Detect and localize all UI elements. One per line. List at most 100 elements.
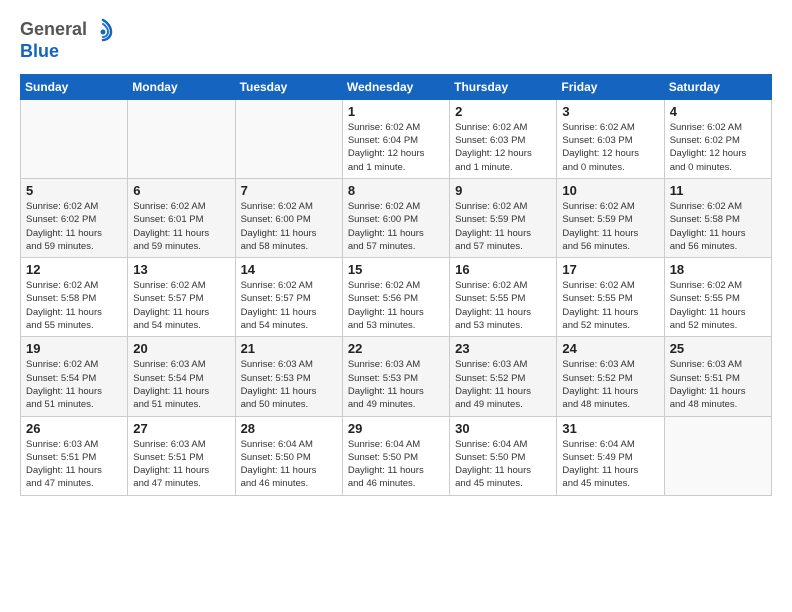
- day-number: 21: [241, 341, 337, 356]
- day-info: Sunrise: 6:03 AM Sunset: 5:51 PM Dayligh…: [133, 438, 229, 491]
- day-cell: 9 Sunrise: 6:02 AM Sunset: 5:59 PM Daylig…: [450, 178, 557, 257]
- day-number: 26: [26, 421, 122, 436]
- day-info: Sunrise: 6:02 AM Sunset: 5:55 PM Dayligh…: [562, 279, 658, 332]
- day-number: 2: [455, 104, 551, 119]
- day-number: 31: [562, 421, 658, 436]
- day-info: Sunrise: 6:02 AM Sunset: 5:59 PM Dayligh…: [562, 200, 658, 253]
- day-number: 25: [670, 341, 766, 356]
- day-number: 29: [348, 421, 444, 436]
- day-cell: 13 Sunrise: 6:02 AM Sunset: 5:57 PM Dayli…: [128, 258, 235, 337]
- day-info: Sunrise: 6:03 AM Sunset: 5:51 PM Dayligh…: [26, 438, 122, 491]
- day-info: Sunrise: 6:02 AM Sunset: 6:03 PM Dayligh…: [455, 121, 551, 174]
- day-number: 3: [562, 104, 658, 119]
- weekday-wednesday: Wednesday: [342, 74, 449, 99]
- day-cell: 12 Sunrise: 6:02 AM Sunset: 5:58 PM Dayli…: [21, 258, 128, 337]
- day-info: Sunrise: 6:02 AM Sunset: 5:58 PM Dayligh…: [670, 200, 766, 253]
- day-info: Sunrise: 6:03 AM Sunset: 5:54 PM Dayligh…: [133, 358, 229, 411]
- day-cell: 27 Sunrise: 6:03 AM Sunset: 5:51 PM Dayli…: [128, 416, 235, 495]
- day-cell: 21 Sunrise: 6:03 AM Sunset: 5:53 PM Dayli…: [235, 337, 342, 416]
- day-info: Sunrise: 6:02 AM Sunset: 5:54 PM Dayligh…: [26, 358, 122, 411]
- day-cell: 31 Sunrise: 6:04 AM Sunset: 5:49 PM Dayli…: [557, 416, 664, 495]
- day-cell: [664, 416, 771, 495]
- day-number: 1: [348, 104, 444, 119]
- day-number: 6: [133, 183, 229, 198]
- day-cell: 20 Sunrise: 6:03 AM Sunset: 5:54 PM Dayli…: [128, 337, 235, 416]
- day-info: Sunrise: 6:04 AM Sunset: 5:49 PM Dayligh…: [562, 438, 658, 491]
- day-number: 22: [348, 341, 444, 356]
- day-cell: 2 Sunrise: 6:02 AM Sunset: 6:03 PM Daylig…: [450, 99, 557, 178]
- day-info: Sunrise: 6:02 AM Sunset: 5:57 PM Dayligh…: [241, 279, 337, 332]
- day-number: 7: [241, 183, 337, 198]
- day-number: 24: [562, 341, 658, 356]
- day-cell: 4Sunrise: 6:02 AM Sunset: 6:02 PM Daylig…: [664, 99, 771, 178]
- day-info: Sunrise: 6:04 AM Sunset: 5:50 PM Dayligh…: [348, 438, 444, 491]
- day-cell: 14 Sunrise: 6:02 AM Sunset: 5:57 PM Dayli…: [235, 258, 342, 337]
- day-cell: 23 Sunrise: 6:03 AM Sunset: 5:52 PM Dayli…: [450, 337, 557, 416]
- day-cell: 30 Sunrise: 6:04 AM Sunset: 5:50 PM Dayli…: [450, 416, 557, 495]
- day-cell: 22Sunrise: 6:03 AM Sunset: 5:53 PM Dayli…: [342, 337, 449, 416]
- day-number: 13: [133, 262, 229, 277]
- day-cell: 7 Sunrise: 6:02 AM Sunset: 6:00 PM Daylig…: [235, 178, 342, 257]
- day-number: 14: [241, 262, 337, 277]
- day-number: 12: [26, 262, 122, 277]
- weekday-header-row: SundayMondayTuesdayWednesdayThursdayFrid…: [21, 74, 772, 99]
- week-row-0: 1 Sunrise: 6:02 AM Sunset: 6:04 PM Daylig…: [21, 99, 772, 178]
- day-info: Sunrise: 6:04 AM Sunset: 5:50 PM Dayligh…: [455, 438, 551, 491]
- day-number: 20: [133, 341, 229, 356]
- week-row-1: 5 Sunrise: 6:02 AM Sunset: 6:02 PM Daylig…: [21, 178, 772, 257]
- day-number: 28: [241, 421, 337, 436]
- day-info: Sunrise: 6:02 AM Sunset: 6:00 PM Dayligh…: [241, 200, 337, 253]
- day-info: Sunrise: 6:03 AM Sunset: 5:52 PM Dayligh…: [562, 358, 658, 411]
- day-number: 9: [455, 183, 551, 198]
- day-number: 23: [455, 341, 551, 356]
- page: General Blue SundayMondayTuesdayWednesda…: [0, 0, 792, 612]
- day-cell: 3Sunrise: 6:02 AM Sunset: 6:03 PM Daylig…: [557, 99, 664, 178]
- calendar-table: SundayMondayTuesdayWednesdayThursdayFrid…: [20, 74, 772, 496]
- day-info: Sunrise: 6:02 AM Sunset: 5:59 PM Dayligh…: [455, 200, 551, 253]
- day-info: Sunrise: 6:02 AM Sunset: 6:02 PM Dayligh…: [670, 121, 766, 174]
- day-info: Sunrise: 6:02 AM Sunset: 6:04 PM Dayligh…: [348, 121, 444, 174]
- day-number: 5: [26, 183, 122, 198]
- weekday-tuesday: Tuesday: [235, 74, 342, 99]
- day-cell: 8Sunrise: 6:02 AM Sunset: 6:00 PM Daylig…: [342, 178, 449, 257]
- day-cell: 29 Sunrise: 6:04 AM Sunset: 5:50 PM Dayli…: [342, 416, 449, 495]
- day-number: 27: [133, 421, 229, 436]
- day-cell: 10 Sunrise: 6:02 AM Sunset: 5:59 PM Dayli…: [557, 178, 664, 257]
- day-cell: 24 Sunrise: 6:03 AM Sunset: 5:52 PM Dayli…: [557, 337, 664, 416]
- day-info: Sunrise: 6:02 AM Sunset: 5:58 PM Dayligh…: [26, 279, 122, 332]
- day-info: Sunrise: 6:02 AM Sunset: 6:02 PM Dayligh…: [26, 200, 122, 253]
- day-cell: 25 Sunrise: 6:03 AM Sunset: 5:51 PM Dayli…: [664, 337, 771, 416]
- week-row-2: 12 Sunrise: 6:02 AM Sunset: 5:58 PM Dayli…: [21, 258, 772, 337]
- logo-general: General: [20, 20, 87, 40]
- logo-icon: [89, 16, 117, 44]
- day-number: 11: [670, 183, 766, 198]
- day-info: Sunrise: 6:04 AM Sunset: 5:50 PM Dayligh…: [241, 438, 337, 491]
- day-cell: 28 Sunrise: 6:04 AM Sunset: 5:50 PM Dayli…: [235, 416, 342, 495]
- day-cell: 19Sunrise: 6:02 AM Sunset: 5:54 PM Dayli…: [21, 337, 128, 416]
- day-cell: 16 Sunrise: 6:02 AM Sunset: 5:55 PM Dayli…: [450, 258, 557, 337]
- day-cell: 5 Sunrise: 6:02 AM Sunset: 6:02 PM Daylig…: [21, 178, 128, 257]
- weekday-sunday: Sunday: [21, 74, 128, 99]
- header: General Blue: [20, 16, 772, 62]
- weekday-thursday: Thursday: [450, 74, 557, 99]
- weekday-saturday: Saturday: [664, 74, 771, 99]
- day-cell: 26 Sunrise: 6:03 AM Sunset: 5:51 PM Dayli…: [21, 416, 128, 495]
- day-number: 30: [455, 421, 551, 436]
- day-cell: [21, 99, 128, 178]
- day-info: Sunrise: 6:03 AM Sunset: 5:53 PM Dayligh…: [241, 358, 337, 411]
- day-cell: 18Sunrise: 6:02 AM Sunset: 5:55 PM Dayli…: [664, 258, 771, 337]
- day-info: Sunrise: 6:02 AM Sunset: 5:57 PM Dayligh…: [133, 279, 229, 332]
- day-info: Sunrise: 6:02 AM Sunset: 5:55 PM Dayligh…: [455, 279, 551, 332]
- day-number: 16: [455, 262, 551, 277]
- day-info: Sunrise: 6:03 AM Sunset: 5:52 PM Dayligh…: [455, 358, 551, 411]
- day-number: 10: [562, 183, 658, 198]
- day-cell: 1 Sunrise: 6:02 AM Sunset: 6:04 PM Daylig…: [342, 99, 449, 178]
- day-number: 15: [348, 262, 444, 277]
- day-info: Sunrise: 6:03 AM Sunset: 5:51 PM Dayligh…: [670, 358, 766, 411]
- day-cell: [128, 99, 235, 178]
- day-cell: 11 Sunrise: 6:02 AM Sunset: 5:58 PM Dayli…: [664, 178, 771, 257]
- day-number: 17: [562, 262, 658, 277]
- weekday-monday: Monday: [128, 74, 235, 99]
- day-number: 18: [670, 262, 766, 277]
- logo: General Blue: [20, 16, 117, 62]
